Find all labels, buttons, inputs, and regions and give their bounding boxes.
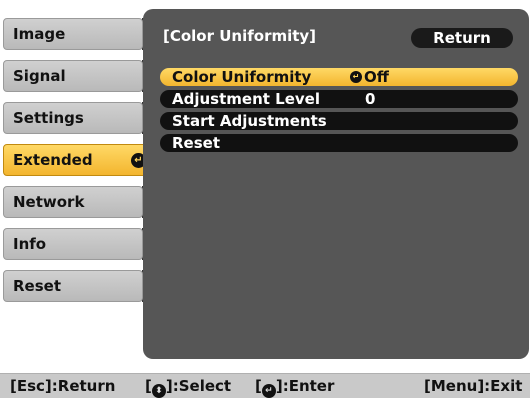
option-adjustment-level-value: 0 [365,90,376,108]
esc-action-label: :Return [51,377,116,395]
esc-hint: [Esc]:Return [10,374,115,398]
option-color-uniformity[interactable]: Color Uniformity ↵ Off [160,68,518,86]
status-bar: [Esc]:Return [⬍]:Select [↵]:Enter [Menu]… [0,373,530,398]
menu-item-info-label: Info [13,235,47,253]
select-hint: [⬍]:Select [145,374,231,398]
menu-item-extended-label: Extended [13,151,93,169]
option-color-uniformity-value: Off [364,68,389,86]
option-start-adjustments-label: Start Adjustments [172,112,327,130]
enter-hint-label: ]:Enter [275,377,335,395]
option-reset[interactable]: Reset [160,134,518,152]
menu-item-image[interactable]: Image [3,18,143,50]
menu-item-info[interactable]: Info [3,228,143,260]
enter-icon: ↵ [261,384,276,398]
select-hint-label: ]:Select [165,377,232,395]
menu-item-network[interactable]: Network [3,186,143,218]
settings-panel: [Color Uniformity] Return Color Uniformi… [143,9,529,359]
option-reset-label: Reset [172,134,220,152]
updown-arrow-icon: ⬍ [151,384,166,398]
menu-item-settings[interactable]: Settings [3,102,143,134]
option-adjustment-level[interactable]: Adjustment Level 0 [160,90,518,108]
menu-item-settings-label: Settings [13,109,84,127]
menu-exit-hint: [Menu]:Exit [424,377,523,395]
projector-menu-screen: Image Signal Settings Extended ↵ Network… [0,0,530,399]
menu-item-network-label: Network [13,193,85,211]
enter-bracket-open: [ [255,377,262,395]
select-bracket-open: [ [145,377,152,395]
panel-title: [Color Uniformity] [163,27,317,45]
option-color-uniformity-label: Color Uniformity [172,68,312,86]
side-menu: Image Signal Settings Extended ↵ Network… [0,0,160,360]
menu-item-reset[interactable]: Reset [3,270,143,302]
enter-icon: ↵ [350,71,362,83]
menu-item-signal-label: Signal [13,67,66,85]
return-button[interactable]: Return [411,28,513,48]
option-color-uniformity-value-wrap: ↵ Off [350,68,389,86]
option-start-adjustments[interactable]: Start Adjustments [160,112,518,130]
menu-item-extended[interactable]: Extended ↵ [3,144,151,176]
menu-item-reset-label: Reset [13,277,61,295]
menu-item-image-label: Image [13,25,66,43]
option-adjustment-level-label: Adjustment Level [172,90,320,108]
menu-item-signal[interactable]: Signal [3,60,143,92]
esc-key-label: [Esc] [10,377,52,395]
enter-hint: [↵]:Enter [255,374,334,398]
